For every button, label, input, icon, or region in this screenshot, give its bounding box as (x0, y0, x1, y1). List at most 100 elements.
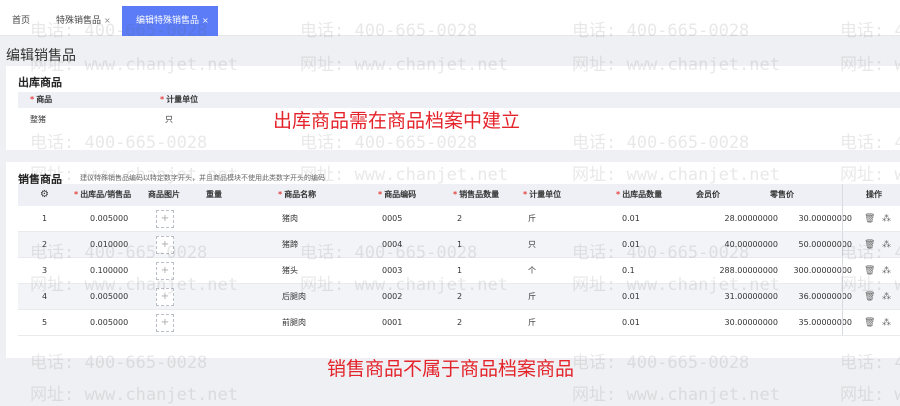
column-header-qty: * 销售品数量 (453, 190, 500, 199)
tab-label: 编辑特殊销售品 (136, 16, 200, 26)
image-upload-button[interactable]: + (156, 210, 174, 228)
cell-name[interactable]: 前腿肉 (282, 310, 306, 336)
grid-icon[interactable]: ⁂ (882, 284, 891, 310)
cell-out-qty[interactable]: 0.01 (622, 206, 640, 232)
image-upload-button[interactable]: + (156, 262, 174, 280)
ops-divider (842, 284, 843, 309)
watermark-site: 网址: www.chanjet.net (572, 385, 780, 405)
cell-name[interactable]: 猪肉 (282, 206, 298, 232)
page-title: 编辑销售品 (6, 48, 76, 64)
cell-retail-price[interactable]: 300.00000000 (752, 258, 852, 284)
image-upload-button[interactable]: + (156, 236, 174, 254)
cell-qty[interactable]: 1 (457, 258, 462, 284)
delete-icon[interactable]: 🗑 (864, 284, 875, 310)
cell-code[interactable]: 0002 (382, 284, 402, 310)
tab-home[interactable]: 首页 (8, 6, 34, 36)
hint-text: 建议特殊销售品编码以特定数字开头，并且商品模块不使用此类数字开头的编码 (80, 174, 325, 182)
cell-code[interactable]: 0003 (382, 258, 402, 284)
column-header-unit: * 计量单位 (523, 190, 562, 199)
cell-code[interactable]: 0004 (382, 232, 402, 258)
cell-ratio[interactable]: 0.005000 (90, 284, 128, 310)
grid-icon[interactable]: ⁂ (882, 258, 891, 284)
watermark-site: 网址: www.chanjet.net (30, 385, 238, 405)
cell-qty[interactable]: 1 (457, 232, 462, 258)
tab-edit-special-products[interactable]: 编辑特殊销售品 × (122, 6, 218, 36)
annotation-sales: 销售商品不属于商品档案商品 (327, 358, 575, 380)
ops-divider (842, 232, 843, 257)
settings-icon[interactable]: ⚙ (40, 184, 49, 206)
grid-icon[interactable]: ⁂ (882, 310, 891, 336)
cell-unit[interactable]: 斤 (528, 206, 536, 232)
table-row[interactable]: 2 0.010000 + 猪蹄 0004 1 只 0.01 40.00000000 50.0000… (18, 232, 900, 258)
cell-code[interactable]: 0005 (382, 206, 402, 232)
cell-unit[interactable]: 只 (528, 232, 536, 258)
cell-unit[interactable]: 斤 (528, 310, 536, 336)
cell-retail-price[interactable]: 36.00000000 (752, 284, 852, 310)
ops-divider (842, 258, 843, 283)
ops-divider (842, 184, 843, 206)
tab-special-products[interactable]: 特殊销售品 × (52, 6, 115, 36)
cell-out-qty[interactable]: 0.01 (622, 284, 640, 310)
cell-name[interactable]: 猪头 (282, 258, 298, 284)
table-row[interactable]: 1 0.005000 + 猪肉 0005 2 斤 0.01 28.00000000 30.0000… (18, 206, 900, 232)
row-number: 3 (42, 266, 48, 275)
cell-retail-price[interactable]: 50.00000000 (752, 232, 852, 258)
cell-qty[interactable]: 2 (457, 284, 462, 310)
cell-out-qty[interactable]: 0.01 (622, 232, 640, 258)
grid-icon[interactable]: ⁂ (882, 232, 891, 258)
cell-out-qty[interactable]: 0.01 (622, 310, 640, 336)
cell-ratio[interactable]: 0.010000 (90, 232, 128, 258)
close-icon[interactable]: × (202, 16, 209, 25)
cell-retail-price[interactable]: 35.00000000 (752, 310, 852, 336)
delete-icon[interactable]: 🗑 (864, 258, 875, 284)
sales-table-header: ⚙ * 出库品/销售品 商品图片 重量 * 商品名称 * 商品编码 * 销售品数量 * 计… (18, 184, 900, 206)
close-icon[interactable]: × (104, 16, 111, 25)
outbound-product[interactable]: 整猪 (30, 110, 46, 130)
cell-unit[interactable]: 个 (528, 258, 536, 284)
row-number: 4 (42, 292, 48, 301)
column-header-image: 商品图片 (148, 190, 180, 199)
column-header-retail-price: 零售价 (770, 190, 794, 199)
tab-label: 特殊销售品 (56, 16, 102, 26)
image-upload-button[interactable]: + (156, 314, 174, 332)
row-number: 5 (42, 318, 48, 327)
cell-name[interactable]: 猪蹄 (282, 232, 298, 258)
section-title: 出库商品 (18, 76, 62, 89)
column-header-weight: 重量 (206, 190, 222, 199)
cell-name[interactable]: 后腿肉 (282, 284, 306, 310)
column-header-product: * 商品 (30, 95, 53, 104)
sales-section: 销售商品 建议特殊销售品编码以特定数字开头，并且商品模块不使用此类数字开头的编码… (6, 162, 900, 358)
column-header-unit: * 计量单位 (160, 95, 199, 104)
row-number: 1 (42, 214, 48, 223)
column-header-out-qty: * 出库品数量 (616, 190, 663, 199)
column-header-code: * 商品编码 (378, 190, 417, 199)
column-header-member-price: 会员价 (696, 190, 720, 199)
outbound-unit[interactable]: 只 (165, 110, 173, 130)
cell-unit[interactable]: 斤 (528, 284, 536, 310)
ops-divider (842, 310, 843, 335)
cell-qty[interactable]: 2 (457, 206, 462, 232)
cell-ratio[interactable]: 0.005000 (90, 206, 128, 232)
cell-code[interactable]: 0001 (382, 310, 402, 336)
column-header-name: * 商品名称 (278, 190, 317, 199)
column-header-ratio: * 出库品/销售品 (74, 190, 132, 199)
tab-label: 首页 (12, 16, 31, 26)
cell-out-qty[interactable]: 0.1 (622, 258, 635, 284)
delete-icon[interactable]: 🗑 (864, 232, 875, 258)
image-upload-button[interactable]: + (156, 288, 174, 306)
cell-ratio[interactable]: 0.100000 (90, 258, 128, 284)
delete-icon[interactable]: 🗑 (864, 206, 875, 232)
delete-icon[interactable]: 🗑 (864, 310, 875, 336)
table-row[interactable]: 3 0.100000 + 猪头 0003 1 个 0.1 288.00000000 300.000… (18, 258, 900, 284)
tab-bar: 首页 特殊销售品 × 编辑特殊销售品 × (0, 0, 900, 36)
cell-ratio[interactable]: 0.005000 (90, 310, 128, 336)
column-header-ops: 操作 (866, 190, 882, 199)
grid-icon[interactable]: ⁂ (882, 206, 891, 232)
row-number: 2 (42, 240, 48, 249)
annotation-outbound: 出库商品需在商品档案中建立 (273, 110, 521, 132)
table-row[interactable]: 5 0.005000 + 前腿肉 0001 2 斤 0.01 30.00000000 35.000… (18, 310, 900, 336)
cell-retail-price[interactable]: 30.00000000 (752, 206, 852, 232)
table-row[interactable]: 4 0.005000 + 后腿肉 0002 2 斤 0.01 31.00000000 36.000… (18, 284, 900, 310)
cell-qty[interactable]: 2 (457, 310, 462, 336)
watermark-site: 网址: www.chanjet.net (840, 385, 900, 405)
